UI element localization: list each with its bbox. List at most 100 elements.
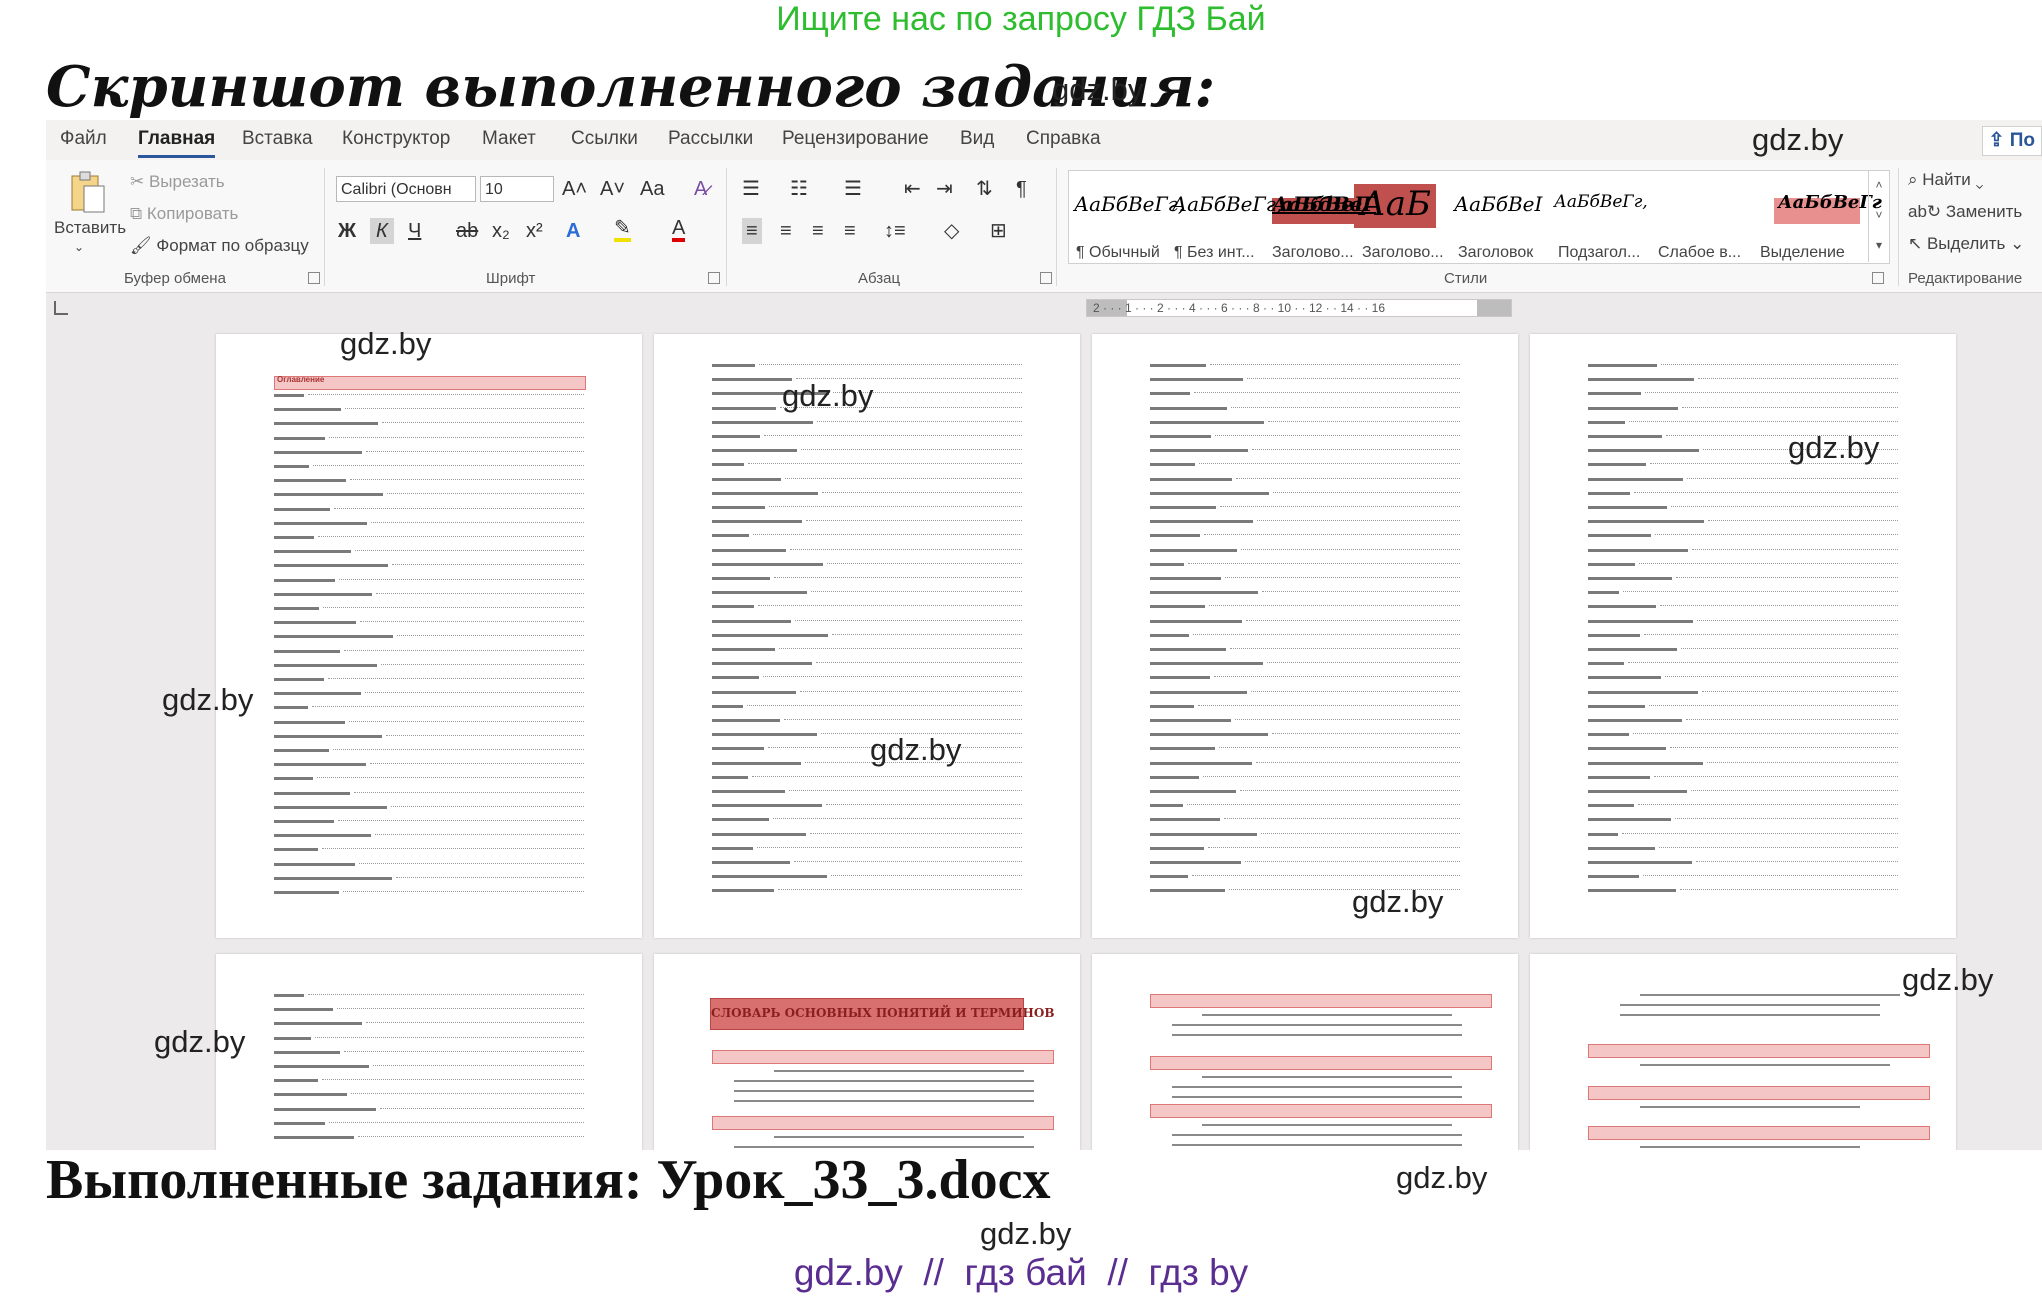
copy-button[interactable]: ⧉ Копировать (130, 204, 238, 224)
highlight-icon[interactable]: ✎ (614, 218, 631, 242)
font-color-icon[interactable]: A (672, 218, 686, 242)
ribbon-home: Вставить ⌄ ✂ Вырезать ⧉ Копировать 🖌 Фор… (46, 160, 2042, 293)
document-page[interactable] (1092, 334, 1518, 938)
change-case-button[interactable]: Aa (640, 176, 664, 202)
borders-icon[interactable]: ⊞ (990, 218, 1007, 244)
chevron-down-icon[interactable]: ⌄ (74, 240, 84, 254)
font-name-select[interactable]: Calibri (Основн (336, 176, 476, 202)
tab-design[interactable]: Конструктор (342, 128, 450, 150)
tab-file[interactable]: Файл (60, 128, 107, 150)
show-marks-button[interactable]: ¶ (1016, 176, 1027, 202)
toc-entry-text (274, 436, 325, 440)
tab-view[interactable]: Вид (960, 128, 994, 150)
toc-leader (1251, 690, 1460, 692)
style-preview[interactable]: АаБ (1360, 184, 1431, 224)
bullets-icon[interactable]: ☰ (742, 176, 760, 202)
style-preview[interactable]: АаБбВеГг (1778, 192, 1882, 213)
grow-font-button[interactable]: A˄ (562, 176, 587, 202)
style-preview[interactable]: АаБбВеГг, (1074, 192, 1184, 216)
toc-leader (1638, 804, 1898, 806)
paste-button[interactable]: Вставить (54, 218, 126, 238)
style-preview[interactable]: АаБбВеГг, (1554, 192, 1648, 212)
replace-button[interactable]: ab↻ Заменить (1908, 202, 2022, 222)
format-painter-button[interactable]: 🖌 Формат по образцу (130, 236, 309, 256)
document-page[interactable] (1530, 334, 1956, 938)
toc-leader (795, 619, 1022, 621)
toc-leader (397, 635, 584, 637)
shrink-font-button[interactable]: A˅ (600, 176, 625, 202)
decrease-indent-icon[interactable]: ⇤ (904, 176, 921, 202)
bold-button[interactable]: Ж (338, 218, 356, 244)
multilevel-list-icon[interactable]: ☰ (844, 176, 862, 202)
toc-entry-text (1150, 875, 1188, 879)
toc-entry-text (1150, 491, 1269, 495)
align-right-icon[interactable]: ≡ (812, 218, 824, 244)
style-preview[interactable]: АаБбВеI (1454, 192, 1542, 216)
align-left-icon[interactable]: ≡ (742, 218, 762, 244)
toc-leader (832, 633, 1022, 635)
watermark: gdz.by (1752, 122, 1844, 157)
line-spacing-icon[interactable]: ↕≡ (884, 218, 906, 244)
document-page[interactable]: СЛОВАРЬ ОСНОВНЫХ ПОНЯТИЙ И ТЕРМИНОВ (654, 954, 1080, 1150)
paragraph-group-label: Абзац (858, 270, 901, 287)
strikethrough-button[interactable]: ab (456, 218, 478, 244)
chevron-up-icon[interactable]: ˄ (1869, 170, 1889, 200)
footer-links[interactable]: gdz.by // гдз бай // гдз by (0, 1252, 2042, 1294)
tab-stop-icon[interactable] (54, 301, 68, 315)
toc-entry-text (274, 1036, 311, 1040)
document-page[interactable] (1530, 954, 1956, 1150)
numbering-icon[interactable]: ☷ (790, 176, 808, 202)
superscript-button[interactable]: x² (526, 218, 543, 244)
clear-format-icon[interactable]: A̷ (694, 176, 707, 202)
toc-entry-text (274, 876, 392, 880)
tab-home[interactable]: Главная (138, 128, 216, 158)
toc-leader (1681, 648, 1898, 649)
increase-indent-icon[interactable]: ⇥ (936, 176, 953, 202)
justify-icon[interactable]: ≡ (844, 218, 856, 244)
tab-review[interactable]: Рецензирование (782, 128, 929, 150)
tab-help[interactable]: Справка (1026, 128, 1101, 150)
font-launcher-icon[interactable] (708, 272, 720, 284)
italic-button[interactable]: К (370, 218, 394, 244)
share-icon: ⇪ (1988, 130, 2010, 151)
document-page[interactable] (1092, 954, 1518, 1150)
paragraph-launcher-icon[interactable] (1040, 272, 1052, 284)
clipboard-launcher-icon[interactable] (308, 272, 320, 284)
tab-mailings[interactable]: Рассылки (668, 128, 753, 150)
select-button[interactable]: ↖ Выделить ⌄ (1908, 234, 2024, 254)
shading-icon[interactable]: ◇ (944, 218, 959, 244)
document-page[interactable] (216, 954, 642, 1150)
toc-leader (1192, 875, 1460, 877)
tab-layout[interactable]: Макет (482, 128, 536, 150)
underline-button[interactable]: Ч (408, 218, 421, 244)
more-styles-icon[interactable]: ▾ (1869, 230, 1889, 260)
toc-entry-text (274, 777, 313, 781)
toc-entry-text (712, 520, 802, 524)
sort-icon[interactable]: ⇅ (976, 176, 993, 202)
styles-launcher-icon[interactable] (1872, 272, 1884, 284)
style-preview[interactable]: аБбВеГ (1280, 192, 1368, 216)
styles-scroll[interactable]: ˄ ˅ ▾ (1868, 170, 1889, 262)
tab-references[interactable]: Ссылки (571, 128, 638, 150)
text-effects-icon[interactable]: A (566, 218, 580, 244)
toc-entry-text (1150, 662, 1263, 666)
tab-insert[interactable]: Вставка (242, 128, 313, 150)
find-button[interactable]: ⌕ Найти ⌄ (1908, 170, 1984, 190)
font-size-select[interactable]: 10 (480, 176, 554, 202)
share-button[interactable]: ⇪ По (1981, 126, 2042, 156)
document-page[interactable] (654, 334, 1080, 938)
toc-leader (763, 676, 1022, 678)
subscript-button[interactable]: x₂ (492, 218, 510, 244)
toc-leader (1241, 548, 1460, 550)
align-center-icon[interactable]: ≡ (780, 218, 792, 244)
toc-leader (328, 678, 584, 679)
horizontal-ruler[interactable]: 2 · · · 1 · · · 2 · · · 4 · · · 6 · · · … (1086, 299, 1512, 317)
toc-entry-text (1588, 392, 1641, 396)
chevron-down-icon[interactable]: ˅ (1869, 200, 1889, 230)
clipboard-icon[interactable] (68, 170, 108, 214)
toc-entry-text (712, 548, 786, 552)
document-page[interactable]: Оглавление (216, 334, 642, 938)
toc-leader (344, 649, 584, 651)
style-preview[interactable]: АаБбВеГг, (1172, 192, 1282, 216)
cut-button[interactable]: ✂ Вырезать (130, 172, 225, 192)
